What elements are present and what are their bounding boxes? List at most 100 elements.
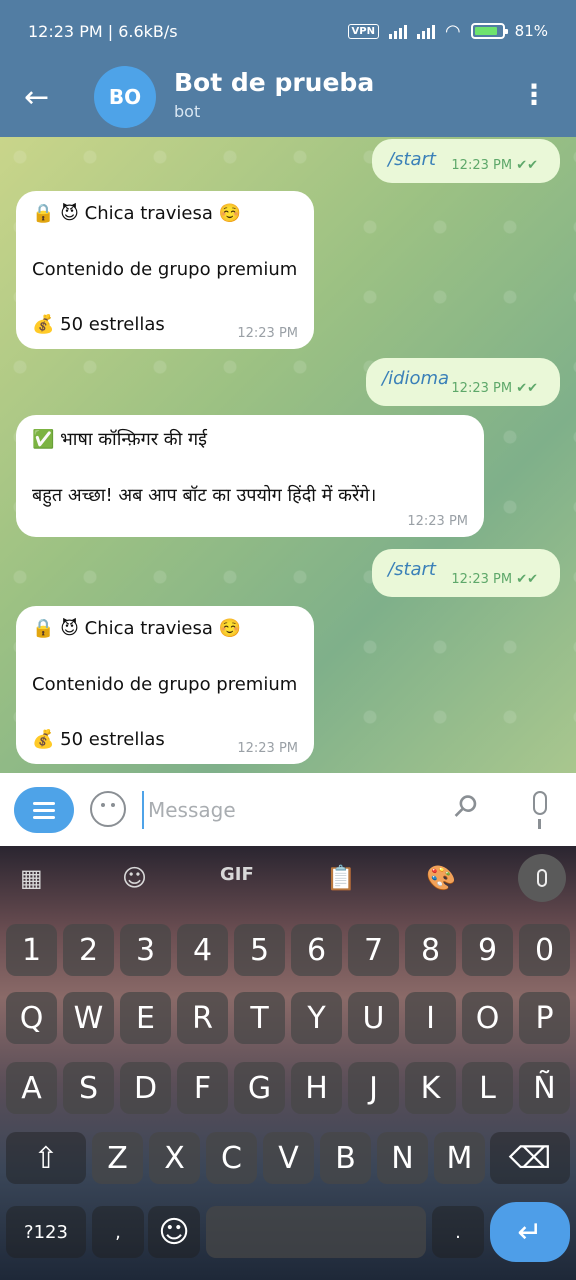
keyboard-toolbar: ▦ ☺ GIF 📋 🎨 [0,846,576,910]
message-list[interactable]: /start 12:23 PM ✔✔ 🔒 😈 Chica traviesa ☺️… [0,137,576,773]
chat-title[interactable]: Bot de prueba [174,68,374,97]
message-input[interactable] [142,791,432,829]
key-d[interactable]: D [120,1062,171,1114]
key-9[interactable]: 9 [462,924,513,976]
key-s[interactable]: S [63,1062,114,1114]
message-time: 12:23 PM [407,514,468,529]
key-0[interactable]: 0 [519,924,570,976]
key-m[interactable]: M [434,1132,485,1184]
incoming-message[interactable]: 🔒 😈 Chica traviesa ☺️ Contenido de grupo… [16,606,314,764]
emoji-icon[interactable] [90,791,126,827]
key-j[interactable]: J [348,1062,399,1114]
chat-header: 12:23 PM | 6.6kB/s VPN ◠ 81% ← BO Bot de… [0,0,576,137]
key-i[interactable]: I [405,992,456,1044]
status-icons: VPN ◠ 81% [347,20,548,42]
message-time: 12:23 PM ✔✔ [451,572,538,587]
key-h[interactable]: H [291,1062,342,1114]
key-a[interactable]: A [6,1062,57,1114]
voice-input-icon[interactable] [518,854,566,902]
key-k[interactable]: K [405,1062,456,1114]
message-line: बहुत अच्छा! अब आप बॉट का उपयोग हिंदी में… [32,485,377,506]
key-5[interactable]: 5 [234,924,285,976]
message-line: 🔒 😈 Chica traviesa ☺️ [32,203,242,224]
outgoing-message[interactable]: /start 12:23 PM ✔✔ [372,549,560,597]
key-y[interactable]: Y [291,992,342,1044]
period-key[interactable]: . [432,1206,484,1258]
double-check-icon: ✔✔ [516,158,538,173]
apps-grid-icon[interactable]: ▦ [20,864,43,892]
key-q[interactable]: Q [6,992,57,1044]
outgoing-message[interactable]: /idioma 12:23 PM ✔✔ [366,358,560,406]
outgoing-message[interactable]: /start 12:23 PM ✔✔ [372,139,560,183]
message-text: /start [388,559,436,580]
message-text: /idioma [382,368,450,389]
wifi-icon: ◠ [444,20,461,42]
key-8[interactable]: 8 [405,924,456,976]
key-o[interactable]: O [462,992,513,1044]
key-u[interactable]: U [348,992,399,1044]
more-menu-icon[interactable]: ⋮ [520,80,548,110]
key-l[interactable]: L [462,1062,513,1114]
key-c[interactable]: C [206,1132,257,1184]
message-text: /start [388,149,436,170]
message-composer: ⚲ [0,773,576,846]
key-6[interactable]: 6 [291,924,342,976]
message-time: 12:23 PM ✔✔ [451,381,538,396]
message-line: 💰 50 estrellas [32,314,165,335]
key-f[interactable]: F [177,1062,228,1114]
key-r[interactable]: R [177,992,228,1044]
key-p[interactable]: P [519,992,570,1044]
bot-menu-button[interactable] [14,787,74,833]
backspace-key[interactable]: ⌫ [490,1132,570,1184]
key-4[interactable]: 4 [177,924,228,976]
emoji-key[interactable]: ☺ [148,1206,200,1258]
avatar[interactable]: BO [94,66,156,128]
key-g[interactable]: G [234,1062,285,1114]
message-line: 💰 50 estrellas [32,729,165,750]
incoming-message[interactable]: ✅ भाषा कॉन्फ़िगर की गई बहुत अच्छा! अब आप… [16,415,484,537]
comma-key[interactable]: , [92,1206,144,1258]
microphone-icon[interactable] [526,791,554,831]
key-x[interactable]: X [149,1132,200,1184]
key-t[interactable]: T [234,992,285,1044]
enter-key[interactable]: ↵ [490,1202,570,1262]
incoming-message[interactable]: 🔒 😈 Chica traviesa ☺️ Contenido de grupo… [16,191,314,349]
enter-arrow-icon: ↵ [517,1214,543,1250]
key-b[interactable]: B [320,1132,371,1184]
key-z[interactable]: Z [92,1132,143,1184]
space-key[interactable] [206,1206,426,1258]
back-arrow-icon[interactable]: ← [24,80,49,116]
chat-subtitle: bot [174,102,201,121]
double-check-icon: ✔✔ [516,572,538,587]
message-time: 12:23 PM [237,741,298,756]
signal-4g-icon [416,23,435,39]
battery-level: 81% [514,22,548,40]
message-time: 12:23 PM [237,326,298,341]
key-2[interactable]: 2 [63,924,114,976]
key-ñ[interactable]: Ñ [519,1062,570,1114]
status-bar: 12:23 PM | 6.6kB/s VPN ◠ 81% [0,0,576,62]
key-3[interactable]: 3 [120,924,171,976]
vpn-icon: VPN [347,23,379,39]
key-n[interactable]: N [377,1132,428,1184]
attach-icon[interactable]: ⚲ [445,786,485,826]
gif-button[interactable]: GIF [220,864,254,885]
battery-icon [470,23,508,39]
key-v[interactable]: V [263,1132,314,1184]
key-e[interactable]: E [120,992,171,1044]
soft-keyboard: ▦ ☺ GIF 📋 🎨 ?123 , ☺ . ↵ ⇧ ⌫ 1234567890Q… [0,846,576,1280]
message-time: 12:23 PM ✔✔ [451,158,538,173]
shift-key[interactable]: ⇧ [6,1132,86,1184]
symbols-key[interactable]: ?123 [6,1206,86,1258]
shift-icon: ⇧ [33,1140,59,1176]
message-line: 🔒 😈 Chica traviesa ☺️ [32,618,242,639]
key-1[interactable]: 1 [6,924,57,976]
app-bar: ← BO Bot de prueba bot ⋮ [0,62,576,137]
key-7[interactable]: 7 [348,924,399,976]
sticker-icon[interactable]: ☺ [122,864,147,892]
key-w[interactable]: W [63,992,114,1044]
palette-icon[interactable]: 🎨 [426,864,456,892]
message-line: Contenido de grupo premium [32,674,298,695]
message-line: ✅ भाषा कॉन्फ़िगर की गई [32,429,207,450]
clipboard-icon[interactable]: 📋 [326,864,356,892]
